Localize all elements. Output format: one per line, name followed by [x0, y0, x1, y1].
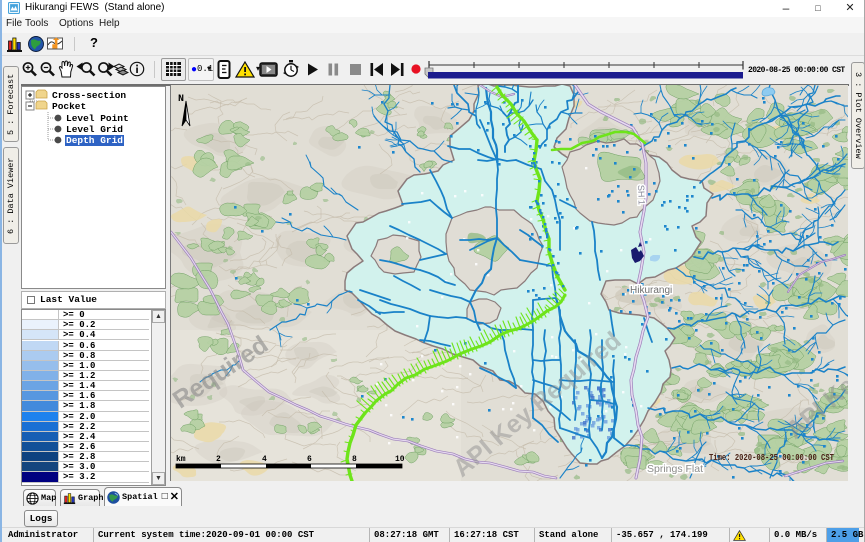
svg-text:km: km	[176, 455, 186, 464]
svg-text:Springs Flat: Springs Flat	[647, 463, 703, 475]
svg-text:2: 2	[216, 455, 221, 464]
svg-text:10: 10	[395, 455, 405, 464]
svg-text:N: N	[178, 94, 184, 105]
svg-text:SH 1: SH 1	[636, 185, 647, 205]
svg-text:4: 4	[262, 455, 267, 464]
svg-text:Hikurangi: Hikurangi	[630, 285, 672, 296]
svg-text:6: 6	[307, 455, 312, 464]
svg-text:Time: 2020-08-25 00:00:00 CST: Time: 2020-08-25 00:00:00 CST	[709, 453, 834, 463]
svg-text:8: 8	[352, 455, 357, 464]
